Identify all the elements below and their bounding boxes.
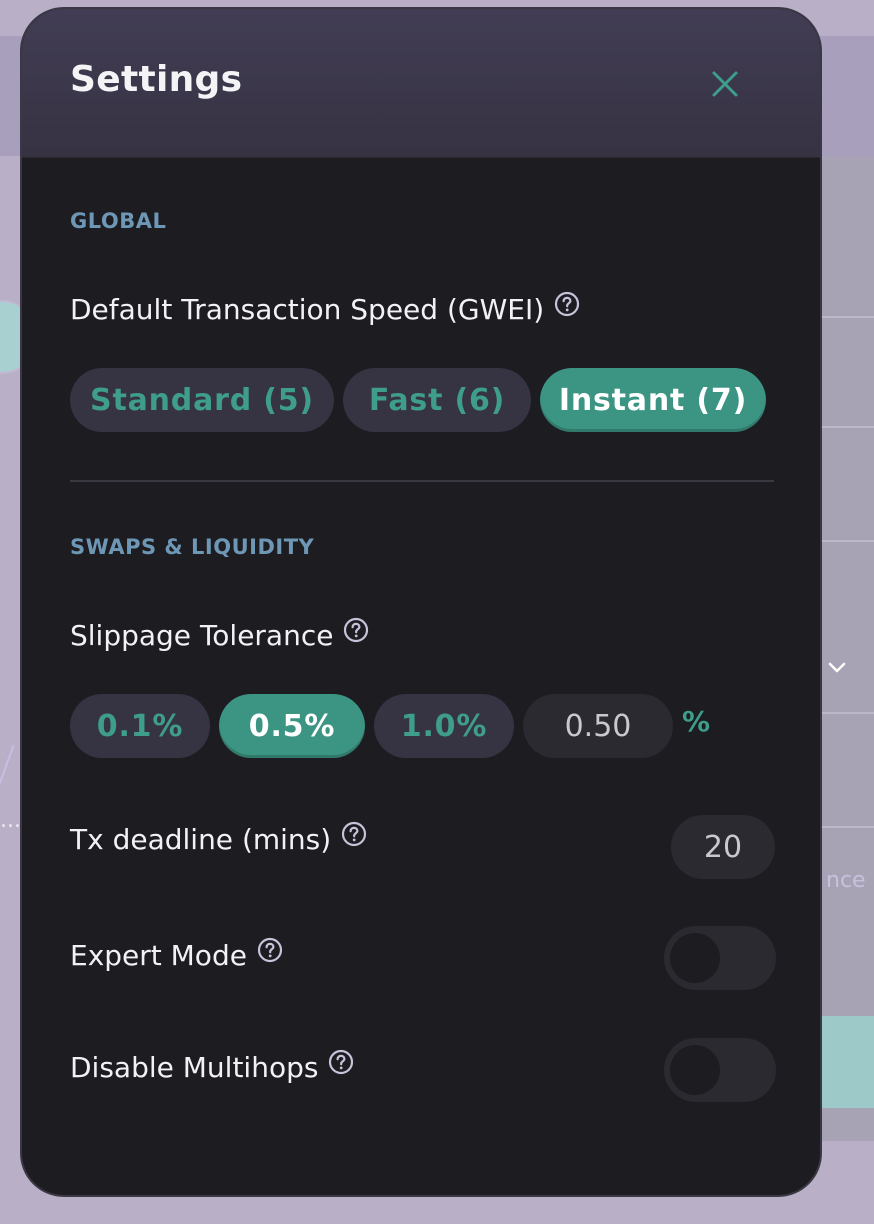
speed-option-fast[interactable]: Fast (6): [343, 368, 531, 432]
modal-header: Settings: [22, 9, 820, 158]
multihops-label: Disable Multihops: [70, 1051, 319, 1084]
modal-title: Settings: [70, 59, 243, 100]
question-circle-icon[interactable]: [343, 617, 369, 643]
background-divider: [822, 826, 874, 828]
slippage-custom-input[interactable]: 0.50: [523, 694, 673, 758]
speed-option-instant[interactable]: Instant (7): [540, 368, 766, 432]
background-divider: [822, 712, 874, 714]
background-card: [820, 156, 874, 1141]
slippage-option-1-0[interactable]: 1.0%: [374, 694, 514, 758]
background-ellipsis: ...: [0, 808, 21, 833]
tx-speed-row-label: Default Transaction Speed (GWEI): [70, 291, 580, 326]
background-divider: [822, 540, 874, 542]
section-label-global: GLOBAL: [70, 209, 167, 233]
multihops-row-label: Disable Multihops: [70, 1049, 354, 1084]
background-decoration: [0, 745, 15, 793]
settings-modal: Settings GLOBAL Default Transaction Spee…: [20, 7, 822, 1197]
tx-speed-label: Default Transaction Speed (GWEI): [70, 293, 545, 326]
question-circle-icon[interactable]: [257, 937, 283, 963]
section-label-swaps: SWAPS & LIQUIDITY: [70, 535, 315, 559]
close-icon[interactable]: [708, 67, 742, 101]
question-circle-icon[interactable]: [341, 821, 367, 847]
disable-multihops-toggle[interactable]: [664, 1038, 776, 1102]
slippage-option-0-1[interactable]: 0.1%: [70, 694, 210, 758]
deadline-input[interactable]: 20: [671, 815, 775, 879]
toggle-knob: [670, 933, 720, 983]
slippage-option-0-5[interactable]: 0.5%: [219, 694, 365, 758]
background-divider: [822, 426, 874, 428]
section-divider: [70, 480, 774, 482]
toggle-knob: [670, 1045, 720, 1095]
deadline-label: Tx deadline (mins): [70, 823, 332, 856]
speed-option-standard[interactable]: Standard (5): [70, 368, 334, 432]
deadline-row-label: Tx deadline (mins): [70, 821, 367, 856]
background-partial-text: nce: [826, 868, 866, 893]
chevron-down-icon: [828, 662, 846, 673]
slippage-row-label: Slippage Tolerance: [70, 617, 369, 652]
background-divider: [822, 316, 874, 318]
slippage-percent-unit: %: [682, 705, 711, 738]
slippage-label: Slippage Tolerance: [70, 619, 334, 652]
question-circle-icon[interactable]: [328, 1049, 354, 1075]
expert-mode-row-label: Expert Mode: [70, 937, 283, 972]
expert-mode-toggle[interactable]: [664, 926, 776, 990]
question-circle-icon[interactable]: [554, 291, 580, 317]
expert-mode-label: Expert Mode: [70, 939, 247, 972]
background-action-button: [822, 1016, 874, 1108]
